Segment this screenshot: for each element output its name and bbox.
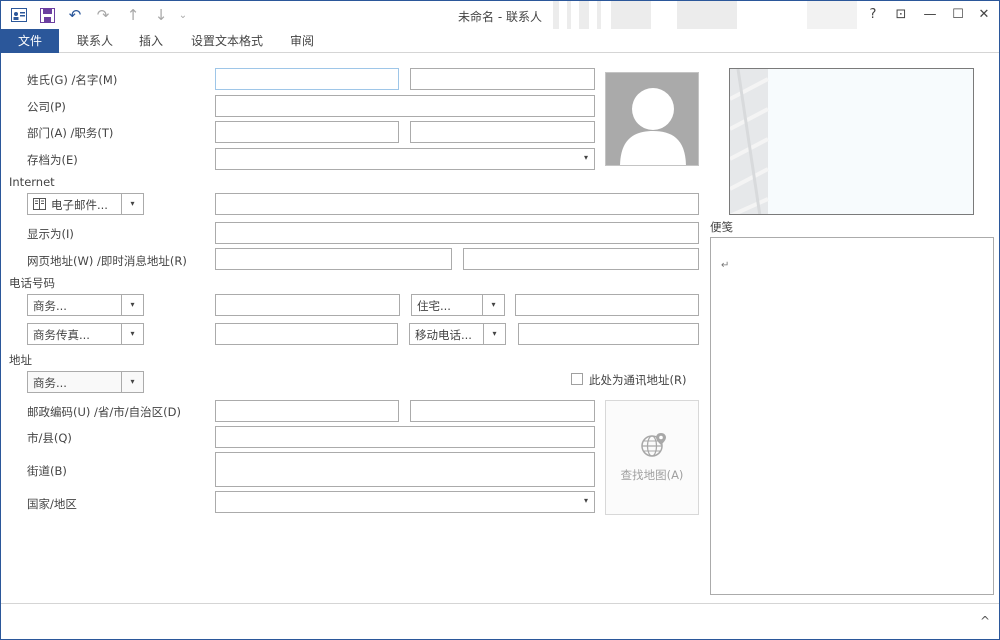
address-section-label: 地址 <box>9 353 32 367</box>
postal-code-field[interactable] <box>215 400 399 422</box>
help-button[interactable]: ? <box>861 5 885 25</box>
job-title-field[interactable] <box>410 121 595 143</box>
phone4-type-label: 移动电话... <box>415 328 472 342</box>
ribbon-display-options-button[interactable]: ⊡ <box>889 5 913 25</box>
phone2-type-label: 住宅... <box>417 299 451 313</box>
email-type-dropdown[interactable]: 电子邮件... ▾ <box>27 193 144 215</box>
chevron-down-icon[interactable]: ▾ <box>121 324 143 344</box>
tab-file[interactable]: 文件 <box>1 29 59 53</box>
tab-format-text[interactable]: 设置文本格式 <box>183 29 271 53</box>
address-book-icon <box>33 198 46 213</box>
name-label: 姓氏(G) /名字(M) <box>27 73 118 87</box>
chevron-down-icon[interactable]: ▾ <box>121 372 143 392</box>
find-map-label: 查找地图(A) <box>620 468 684 482</box>
city-field[interactable] <box>215 426 595 448</box>
paragraph-mark: ↵ <box>721 260 730 271</box>
home-phone-field[interactable] <box>515 294 699 316</box>
chevron-down-icon[interactable]: ▾ <box>482 295 504 315</box>
country-combo[interactable]: ▾ <box>215 491 595 513</box>
chevron-down-icon[interactable]: ▾ <box>121 295 143 315</box>
tab-review[interactable]: 审阅 <box>281 29 323 53</box>
display-as-field[interactable] <box>215 222 699 244</box>
company-field[interactable] <box>215 95 595 117</box>
postal-province-label: 邮政编码(U) /省/市/自治区(D) <box>27 405 181 419</box>
phone1-type-label: 商务... <box>33 299 67 313</box>
globe-pin-icon <box>640 431 668 462</box>
phone3-type-label: 商务传真... <box>33 328 90 342</box>
window-title: 未命名 - 联系人 <box>458 10 542 24</box>
first-name-field[interactable] <box>410 68 595 90</box>
chevron-down-icon[interactable]: ▾ <box>121 194 143 214</box>
expand-people-pane-icon[interactable]: ^ <box>980 614 990 628</box>
mailing-address-checkbox[interactable] <box>571 373 583 385</box>
phone1-type-dropdown[interactable]: 商务... ▾ <box>27 294 144 316</box>
maximize-button[interactable]: ☐ <box>946 5 970 25</box>
business-fax-field[interactable] <box>215 323 398 345</box>
find-map-button[interactable]: 查找地图(A) <box>605 400 699 515</box>
minimize-button[interactable]: — <box>918 5 942 25</box>
notes-label: 便笺 <box>710 220 733 234</box>
department-field[interactable] <box>215 121 399 143</box>
chevron-down-icon: ▾ <box>583 496 588 505</box>
file-as-label: 存档为(E) <box>27 153 78 167</box>
ribbon-tabs: 文件 联系人 插入 设置文本格式 审阅 <box>1 29 999 53</box>
internet-section-label: Internet <box>9 175 55 189</box>
file-as-combo[interactable]: ▾ <box>215 148 595 170</box>
street-field[interactable] <box>215 452 595 487</box>
tab-insert[interactable]: 插入 <box>129 29 173 53</box>
chevron-down-icon: ▾ <box>583 153 588 162</box>
mailing-address-label: 此处为通讯地址(R) <box>589 373 687 387</box>
phone3-type-dropdown[interactable]: 商务传真... ▾ <box>27 323 144 345</box>
im-address-field[interactable] <box>463 248 699 270</box>
department-label: 部门(A) /职务(T) <box>27 126 114 140</box>
city-label: 市/县(Q) <box>27 431 72 445</box>
address-type-label: 商务... <box>33 376 67 390</box>
contact-photo[interactable] <box>605 72 699 166</box>
address-type-dropdown[interactable]: 商务... ▾ <box>27 371 144 393</box>
phone4-type-dropdown[interactable]: 移动电话... ▾ <box>409 323 506 345</box>
email-field[interactable] <box>215 193 699 215</box>
country-label: 国家/地区 <box>27 497 77 511</box>
business-card-preview <box>729 68 974 215</box>
close-button[interactable]: ✕ <box>972 5 996 25</box>
street-label: 街道(B) <box>27 464 67 478</box>
notes-field[interactable]: ↵ <box>710 237 994 595</box>
chevron-down-icon[interactable]: ▾ <box>483 324 505 344</box>
phone2-type-dropdown[interactable]: 住宅... ▾ <box>411 294 505 316</box>
web-page-field[interactable] <box>215 248 452 270</box>
business-phone-field[interactable] <box>215 294 400 316</box>
contact-window: ↶ ↷ ↑ ↓ ⌄ 未命名 - 联系人 ? ⊡ — ☐ ✕ 文件 联系人 插入 … <box>0 0 1000 640</box>
tab-contact[interactable]: 联系人 <box>67 29 123 53</box>
last-name-field[interactable] <box>215 68 399 90</box>
province-field[interactable] <box>410 400 595 422</box>
mobile-phone-field[interactable] <box>518 323 699 345</box>
phone-section-label: 电话号码 <box>9 276 55 290</box>
web-im-label: 网页地址(W) /即时消息地址(R) <box>27 254 187 268</box>
email-button-label: 电子邮件... <box>51 198 108 212</box>
display-as-label: 显示为(I) <box>27 227 74 241</box>
title-bar: ↶ ↷ ↑ ↓ ⌄ 未命名 - 联系人 ? ⊡ — ☐ ✕ <box>1 1 999 29</box>
status-bar: ^ <box>1 603 999 639</box>
company-label: 公司(P) <box>27 100 66 114</box>
